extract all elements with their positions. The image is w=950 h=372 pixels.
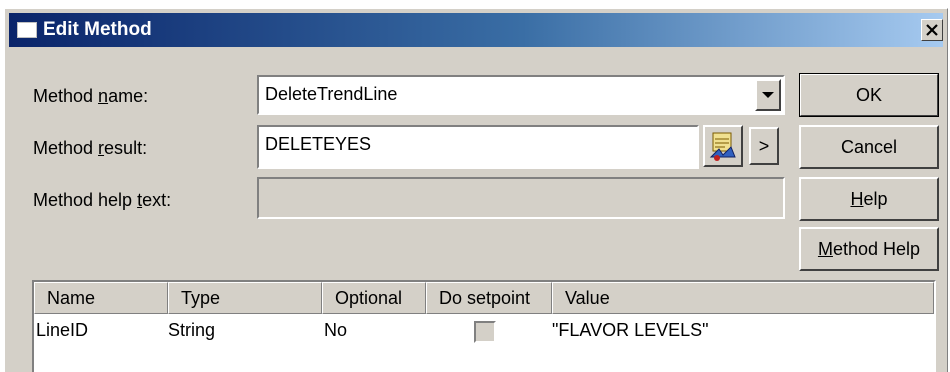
row-optional-cell: No [324,320,348,340]
method-help-text-field [257,177,785,219]
row-name-cell: LineID [36,320,89,340]
method-result-value: DELETEYES [265,134,372,154]
cancel-button[interactable]: Cancel [799,125,939,169]
dialog-title: Edit Method [43,19,152,40]
row-value-cell: "FLAVOR LEVELS" [552,320,709,340]
window-icon [17,22,37,38]
method-result-input[interactable]: DELETEYES [257,125,699,169]
method-name-label: Method name: [33,86,149,106]
method-name-combobox[interactable]: DeleteTrendLine [257,75,785,115]
arrow-button[interactable]: > [749,127,779,165]
parameters-table[interactable]: Name Type Optional Do setpoint Value Lin… [32,280,936,372]
close-button[interactable] [921,19,943,41]
column-header-do-setpoint[interactable]: Do setpoint [426,282,552,314]
help-button[interactable]: Help [799,177,939,221]
dropdown-arrow-icon [762,92,774,98]
column-header-name[interactable]: Name [34,282,168,314]
column-header-optional[interactable]: Optional [322,282,426,314]
method-name-dropdown-button[interactable] [755,79,781,111]
method-name-value: DeleteTrendLine [265,84,398,104]
row-type-cell: String [168,320,216,340]
column-header-type[interactable]: Type [168,282,322,314]
method-result-label: Method result: [33,138,148,158]
ok-button[interactable]: OK [799,73,939,117]
browse-tag-icon [709,132,736,161]
method-help-button[interactable]: Method Help [799,227,939,271]
column-header-value[interactable]: Value [552,282,934,314]
close-icon [926,24,938,36]
title-bar[interactable]: Edit Method [9,13,943,47]
method-help-text-label: Method help text: [33,190,172,210]
browse-tag-button[interactable] [703,125,743,167]
do-setpoint-checkbox[interactable] [474,321,496,343]
